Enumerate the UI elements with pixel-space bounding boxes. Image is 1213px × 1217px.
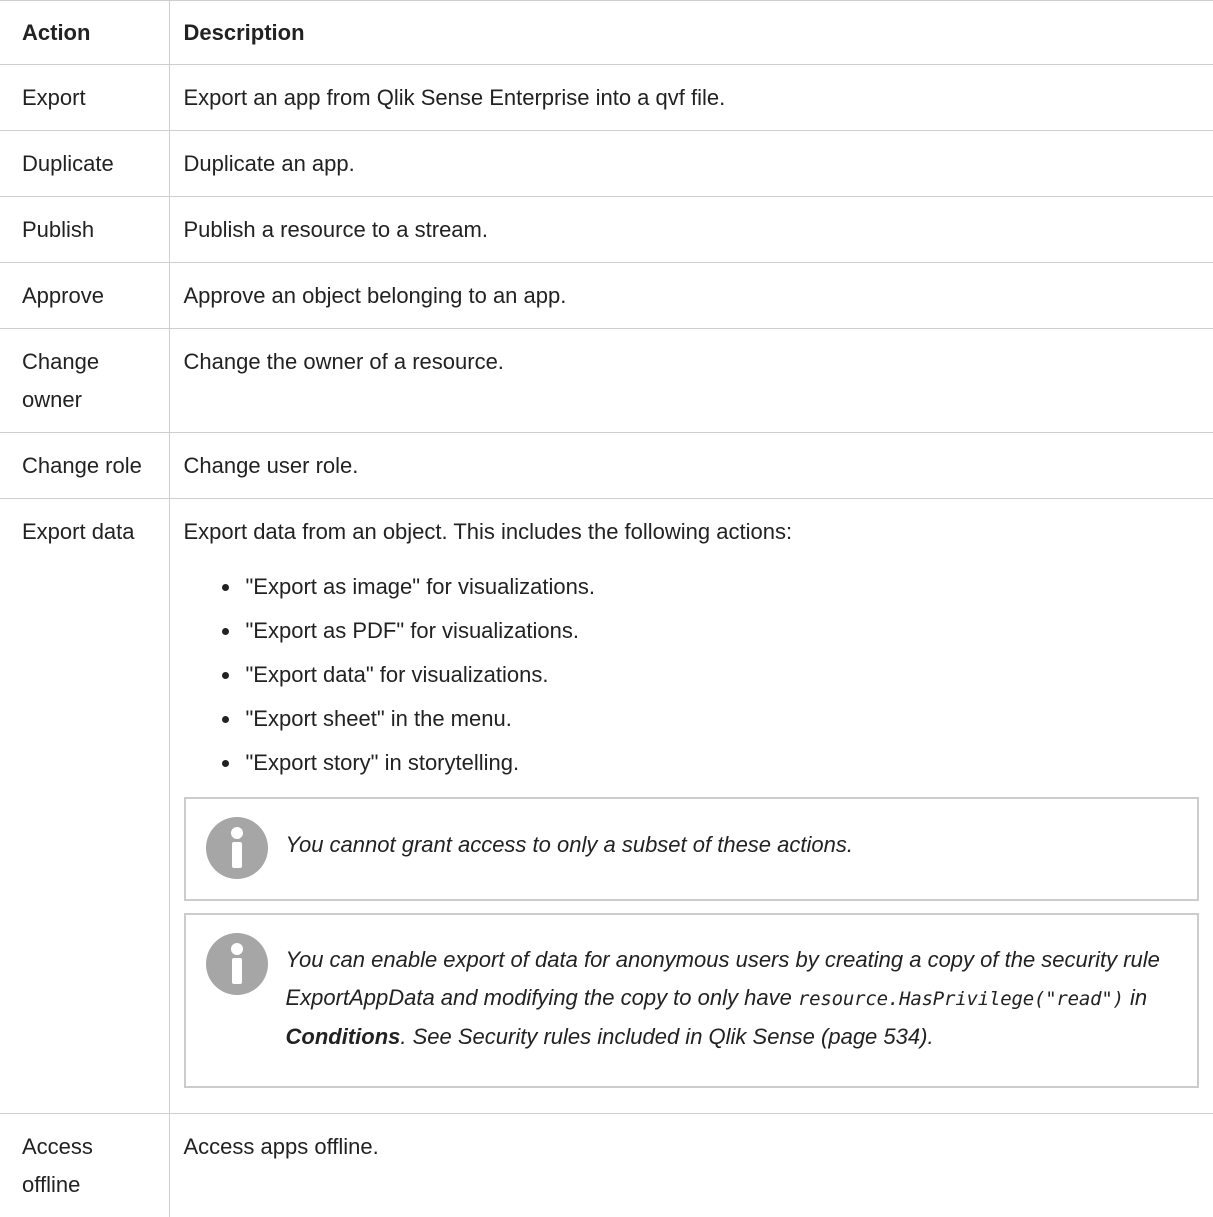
table-row: Publish Publish a resource to a stream.: [0, 197, 1213, 263]
action-cell: Access offline: [0, 1114, 169, 1217]
note-text: You cannot grant access to only a subset…: [286, 817, 853, 864]
note-box: You can enable export of data for anonym…: [184, 913, 1200, 1088]
list-item: "Export as PDF" for visualizations.: [242, 609, 1200, 653]
action-cell: Duplicate: [0, 131, 169, 197]
description-cell: Export data from an object. This include…: [169, 499, 1213, 1114]
description-cell: Publish a resource to a stream.: [169, 197, 1213, 263]
conditions-label: Conditions: [286, 1024, 401, 1049]
description-cell: Change the owner of a resource.: [169, 329, 1213, 433]
table-row: Change role Change user role.: [0, 433, 1213, 499]
description-cell: Access apps offline.: [169, 1114, 1213, 1217]
description-cell: Export an app from Qlik Sense Enterprise…: [169, 65, 1213, 131]
table-row: Export Export an app from Qlik Sense Ent…: [0, 65, 1213, 131]
export-actions-list: "Export as image" for visualizations. "E…: [184, 565, 1200, 785]
action-cell: Approve: [0, 263, 169, 329]
table-row: Export data Export data from an object. …: [0, 499, 1213, 1114]
action-line: Access: [22, 1134, 93, 1159]
note-box: You cannot grant access to only a subset…: [184, 797, 1200, 901]
action-cell: Export: [0, 65, 169, 131]
list-item: "Export data" for visualizations.: [242, 653, 1200, 697]
list-item: "Export as image" for visualizations.: [242, 565, 1200, 609]
description-cell: Approve an object belonging to an app.: [169, 263, 1213, 329]
table-row: Approve Approve an object belonging to a…: [0, 263, 1213, 329]
table-header-row: Action Description: [0, 1, 1213, 65]
action-line: offline: [22, 1172, 80, 1197]
table-row: Duplicate Duplicate an app.: [0, 131, 1213, 197]
list-item: "Export sheet" in the menu.: [242, 697, 1200, 741]
column-header-description: Description: [169, 1, 1213, 65]
note-text-part: in: [1124, 985, 1147, 1010]
description-cell: Duplicate an app.: [169, 131, 1213, 197]
table-row: Change owner Change the owner of a resour…: [0, 329, 1213, 433]
column-header-action: Action: [0, 1, 169, 65]
action-line: Change: [22, 349, 99, 374]
action-line: owner: [22, 387, 82, 412]
action-cell: Change owner: [0, 329, 169, 433]
note-text-part: . See Security rules included in Qlik Se…: [400, 1024, 933, 1049]
action-cell: Change role: [0, 433, 169, 499]
description-cell: Change user role.: [169, 433, 1213, 499]
action-cell: Export data: [0, 499, 169, 1114]
list-item: "Export story" in storytelling.: [242, 741, 1200, 785]
code-snippet: resource.HasPrivilege("read"): [798, 988, 1124, 1010]
note-text: You can enable export of data for anonym…: [286, 933, 1178, 1056]
table-row: Access offline Access apps offline.: [0, 1114, 1213, 1217]
action-cell: Publish: [0, 197, 169, 263]
info-icon: [206, 933, 268, 995]
description-text: Export data from an object. This include…: [184, 513, 1200, 551]
actions-table: Action Description Export Export an app …: [0, 0, 1213, 1217]
info-icon: [206, 817, 268, 879]
